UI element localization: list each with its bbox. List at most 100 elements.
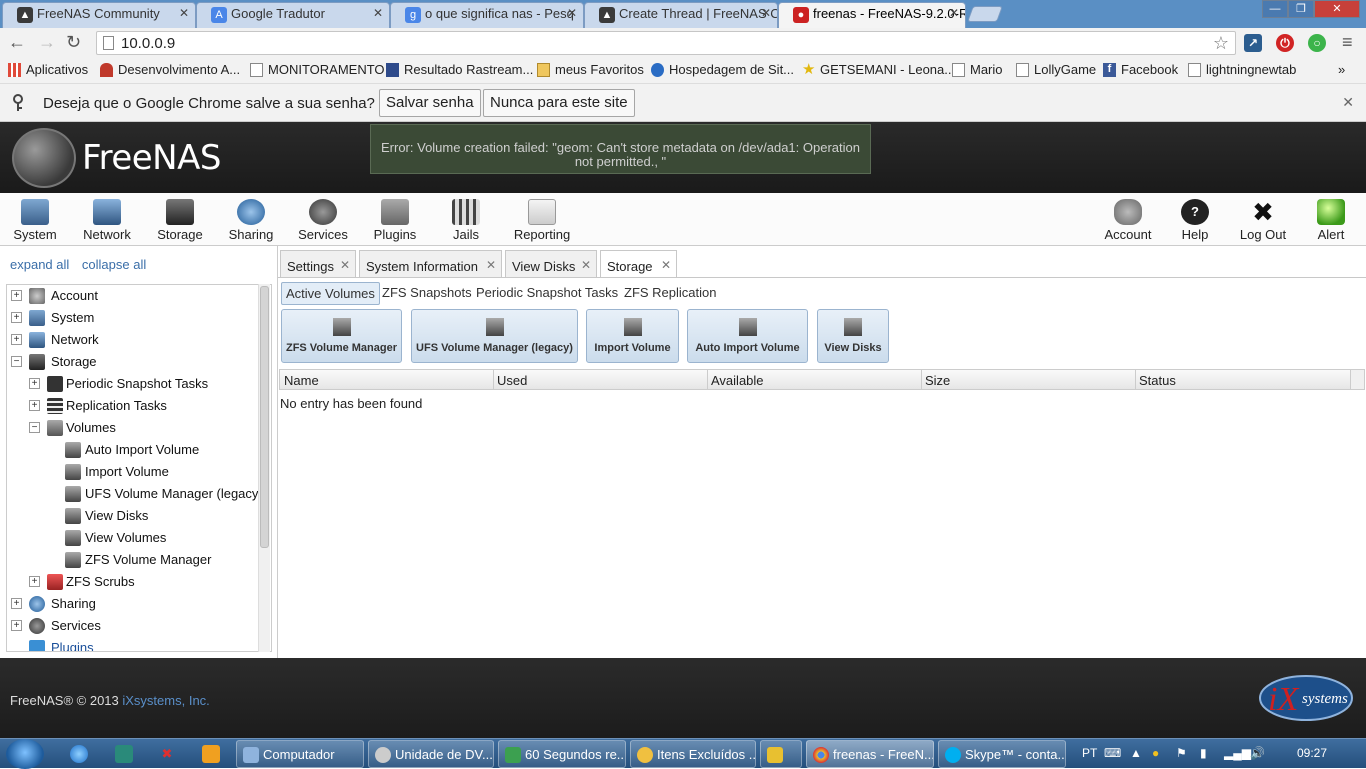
subtab-zfs-replication[interactable]: ZFS Replication (620, 282, 720, 303)
bookmark-mario[interactable]: Mario (952, 62, 1003, 77)
back-icon[interactable]: ← (8, 32, 26, 53)
tree-expander[interactable]: + (29, 378, 40, 389)
forward-icon[interactable]: → (38, 32, 56, 53)
tab-close-icon[interactable]: ✕ (761, 6, 771, 20)
flag-icon[interactable]: ⚑ (1176, 746, 1187, 760)
battery-icon[interactable]: ▮ (1200, 746, 1207, 760)
bookmark-resultado[interactable]: Resultado Rastream... (386, 62, 533, 77)
network-tool-icon[interactable] (115, 745, 133, 763)
minimize-button[interactable]: — (1262, 0, 1288, 18)
new-tab-button[interactable] (967, 6, 1003, 22)
task-7zip[interactable] (760, 740, 802, 768)
tree-scrollbar[interactable] (258, 284, 270, 652)
column-used[interactable]: Used (497, 373, 527, 388)
bookmarks-overflow-button[interactable]: » (1338, 62, 1345, 77)
browser-tab-create-thread[interactable]: ▲ Create Thread | FreeNAS C ✕ (584, 2, 778, 28)
bookmark-meus-favoritos[interactable]: meus Favoritos (537, 62, 644, 77)
bookmark-getsemani[interactable]: ★ GETSEMANI - Leona... (802, 62, 955, 77)
tree-expander[interactable]: + (11, 334, 22, 345)
sync-extension-icon[interactable]: ○ (1308, 34, 1326, 52)
subtab-zfs-snapshots[interactable]: ZFS Snapshots (378, 282, 476, 303)
bookmark-lollygame[interactable]: LollyGame (1016, 62, 1096, 77)
menu-services[interactable]: Services (296, 193, 350, 246)
tab-close-icon[interactable]: ✕ (373, 6, 383, 20)
address-bar[interactable]: 10.0.0.9 ☆ (96, 31, 1236, 55)
task-skype[interactable]: Skype™ - conta... (938, 740, 1066, 768)
grid-scrollbar[interactable] (1351, 369, 1365, 390)
zfs-volume-manager-button[interactable]: ZFS Volume Manager (281, 309, 402, 363)
column-size[interactable]: Size (925, 373, 950, 388)
tree-expander[interactable]: + (11, 620, 22, 631)
task-60-segundos[interactable]: 60 Segundos re... (498, 740, 626, 768)
menu-sharing[interactable]: Sharing (226, 193, 276, 246)
column-name[interactable]: Name (284, 373, 319, 388)
never-save-button[interactable]: Nunca para este site (483, 89, 635, 117)
internet-explorer-icon[interactable] (70, 745, 88, 763)
task-unidade-dvd[interactable]: Unidade de DV... (368, 740, 494, 768)
bookmark-apps[interactable]: Aplicativos (8, 62, 88, 77)
language-indicator[interactable]: PT (1082, 746, 1097, 760)
browser-tab-freenas[interactable]: ● freenas - FreeNAS-9.2.0-R ✕ (778, 2, 966, 28)
tab-close-icon[interactable]: ✕ (179, 6, 189, 20)
tree-expander[interactable]: − (11, 356, 22, 367)
browser-tab-google-search[interactable]: g o que significa nas - Pesq ✕ (390, 2, 584, 28)
column-status[interactable]: Status (1139, 373, 1176, 388)
subtab-active-volumes[interactable]: Active Volumes (281, 282, 380, 305)
menu-logout[interactable]: ✖ Log Out (1238, 193, 1288, 246)
menu-plugins[interactable]: Plugins (370, 193, 420, 246)
tab-system-information[interactable]: System Information ✕ (359, 250, 502, 277)
power-extension-icon[interactable]: ⏻ (1276, 34, 1294, 52)
ufs-volume-manager-button[interactable]: UFS Volume Manager (legacy) (411, 309, 578, 363)
tab-close-icon[interactable]: ✕ (486, 258, 496, 272)
menu-storage[interactable]: Storage (154, 193, 206, 246)
task-chrome-freenas[interactable]: freenas - FreeN... (806, 740, 934, 768)
x-app-icon[interactable]: ✖ (158, 745, 176, 763)
tab-view-disks[interactable]: View Disks ✕ (505, 250, 597, 277)
bookmark-star-icon[interactable]: ☆ (1213, 33, 1229, 54)
show-hidden-icons-button[interactable]: ▲ (1130, 746, 1142, 760)
expand-all-link[interactable]: expand all (10, 257, 69, 272)
bookmark-lightningnewtab[interactable]: lightningnewtab (1188, 62, 1296, 77)
column-available[interactable]: Available (711, 373, 764, 388)
tab-storage[interactable]: Storage ✕ (600, 250, 677, 278)
chrome-menu-icon[interactable]: ≡ (1342, 32, 1353, 53)
tree-expander[interactable]: + (11, 312, 22, 323)
start-button[interactable] (6, 739, 44, 769)
menu-network[interactable]: Network (80, 193, 134, 246)
menu-account[interactable]: Account (1102, 193, 1154, 246)
volume-icon[interactable]: 🔊 (1250, 746, 1265, 760)
maximize-button[interactable]: ❐ (1288, 0, 1314, 18)
clock[interactable]: 09:27 (1297, 746, 1327, 760)
bookmark-facebook[interactable]: f Facebook (1103, 62, 1178, 77)
collapse-all-link[interactable]: collapse all (82, 257, 146, 272)
tree-expander[interactable]: + (29, 400, 40, 411)
tree-expander[interactable]: + (11, 598, 22, 609)
view-disks-button[interactable]: View Disks (817, 309, 889, 363)
signal-icon[interactable]: ▂▄▆ (1224, 746, 1251, 760)
bookmark-monitoramento[interactable]: MONITORAMENTO (250, 62, 385, 77)
tab-close-icon[interactable]: ✕ (567, 6, 577, 20)
tab-close-icon[interactable]: ✕ (581, 258, 591, 272)
extension-icon[interactable]: ↗ (1244, 34, 1262, 52)
tray-app-icon[interactable]: ● (1152, 746, 1159, 760)
import-volume-button[interactable]: Import Volume (586, 309, 679, 363)
browser-tab-freenas-community[interactable]: ▲ FreeNAS Community ✕ (2, 2, 196, 28)
infobar-close-icon[interactable]: ✕ (1342, 94, 1354, 111)
tree-expander[interactable]: + (11, 290, 22, 301)
ixsystems-link[interactable]: iXsystems, Inc. (122, 693, 209, 708)
menu-system[interactable]: System (10, 193, 60, 246)
media-player-icon[interactable] (202, 745, 220, 763)
menu-reporting[interactable]: Reporting (512, 193, 572, 246)
menu-jails[interactable]: Jails (442, 193, 490, 246)
menu-alert[interactable]: Alert (1310, 193, 1352, 246)
tree-expander[interactable]: − (29, 422, 40, 433)
browser-tab-google-tradutor[interactable]: A Google Tradutor ✕ (196, 2, 390, 28)
keyboard-icon[interactable]: ⌨ (1104, 746, 1121, 760)
save-password-button[interactable]: Salvar senha (379, 89, 481, 117)
bookmark-desenvolvimento[interactable]: Desenvolvimento A... (100, 62, 240, 77)
tab-settings[interactable]: Settings ✕ (280, 250, 356, 277)
tree-expander[interactable]: + (29, 576, 40, 587)
subtab-periodic-snapshot-tasks[interactable]: Periodic Snapshot Tasks (472, 282, 622, 303)
task-itens-excluidos[interactable]: Itens Excluídos ... (630, 740, 756, 768)
tab-close-icon[interactable]: ✕ (340, 258, 350, 272)
